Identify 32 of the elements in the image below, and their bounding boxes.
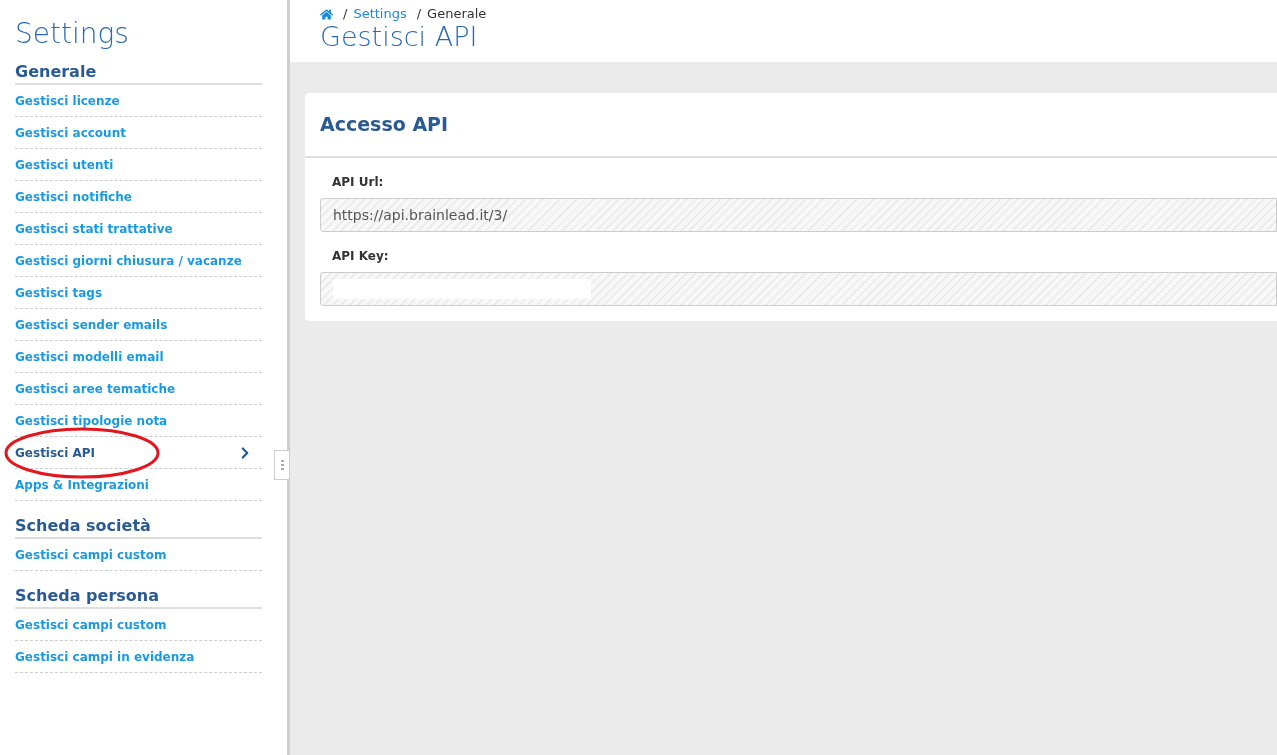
readonly-field[interactable]: [320, 272, 1277, 306]
breadcrumb-link[interactable]: Settings: [353, 6, 407, 22]
sidebar-item[interactable]: Gestisci giorni chiusura / vacanze: [15, 245, 262, 277]
breadcrumb-separator: /: [416, 6, 422, 22]
sidebar-title: Settings: [15, 16, 130, 52]
sidebar-item[interactable]: Gestisci modelli email: [15, 341, 262, 373]
sidebar-item[interactable]: Gestisci licenze: [15, 85, 262, 117]
resize-handle[interactable]: [274, 450, 290, 480]
section-heading: Scheda persona: [15, 586, 262, 609]
breadcrumb-current: Generale: [427, 6, 487, 22]
sidebar-item[interactable]: Gestisci sender emails: [15, 309, 262, 341]
sidebar-item[interactable]: Gestisci utenti: [15, 149, 262, 181]
section-heading: Scheda società: [15, 516, 262, 539]
section-heading: Generale: [15, 62, 262, 85]
sidebar-item[interactable]: Gestisci aree tematiche: [15, 373, 262, 405]
card-title: Accesso API: [305, 93, 1277, 158]
sidebar-item[interactable]: Gestisci tags: [15, 277, 262, 309]
sidebar-item[interactable]: Gestisci campi in evidenza: [15, 641, 262, 673]
sidebar-item[interactable]: Gestisci campi custom: [15, 609, 262, 641]
sidebar-item[interactable]: Gestisci stati trattative: [15, 213, 262, 245]
breadcrumb-separator: /: [343, 6, 348, 22]
sidebar-item[interactable]: Gestisci account: [15, 117, 262, 149]
readonly-field[interactable]: https://api.brainlead.it/3/: [320, 198, 1277, 232]
home-icon[interactable]: [320, 7, 333, 21]
sidebar-item[interactable]: Apps & Integrazioni: [15, 469, 262, 501]
sidebar-item[interactable]: Gestisci notifiche: [15, 181, 262, 213]
field-label: API Key:: [331, 248, 390, 264]
sidebar-item[interactable]: Gestisci tipologie nota: [15, 405, 262, 437]
sidebar-item[interactable]: Gestisci API: [15, 437, 262, 469]
sidebar-item[interactable]: Gestisci campi custom: [15, 539, 262, 571]
field-label: API Url:: [331, 174, 385, 190]
page-title: Gestisci API: [320, 22, 479, 52]
